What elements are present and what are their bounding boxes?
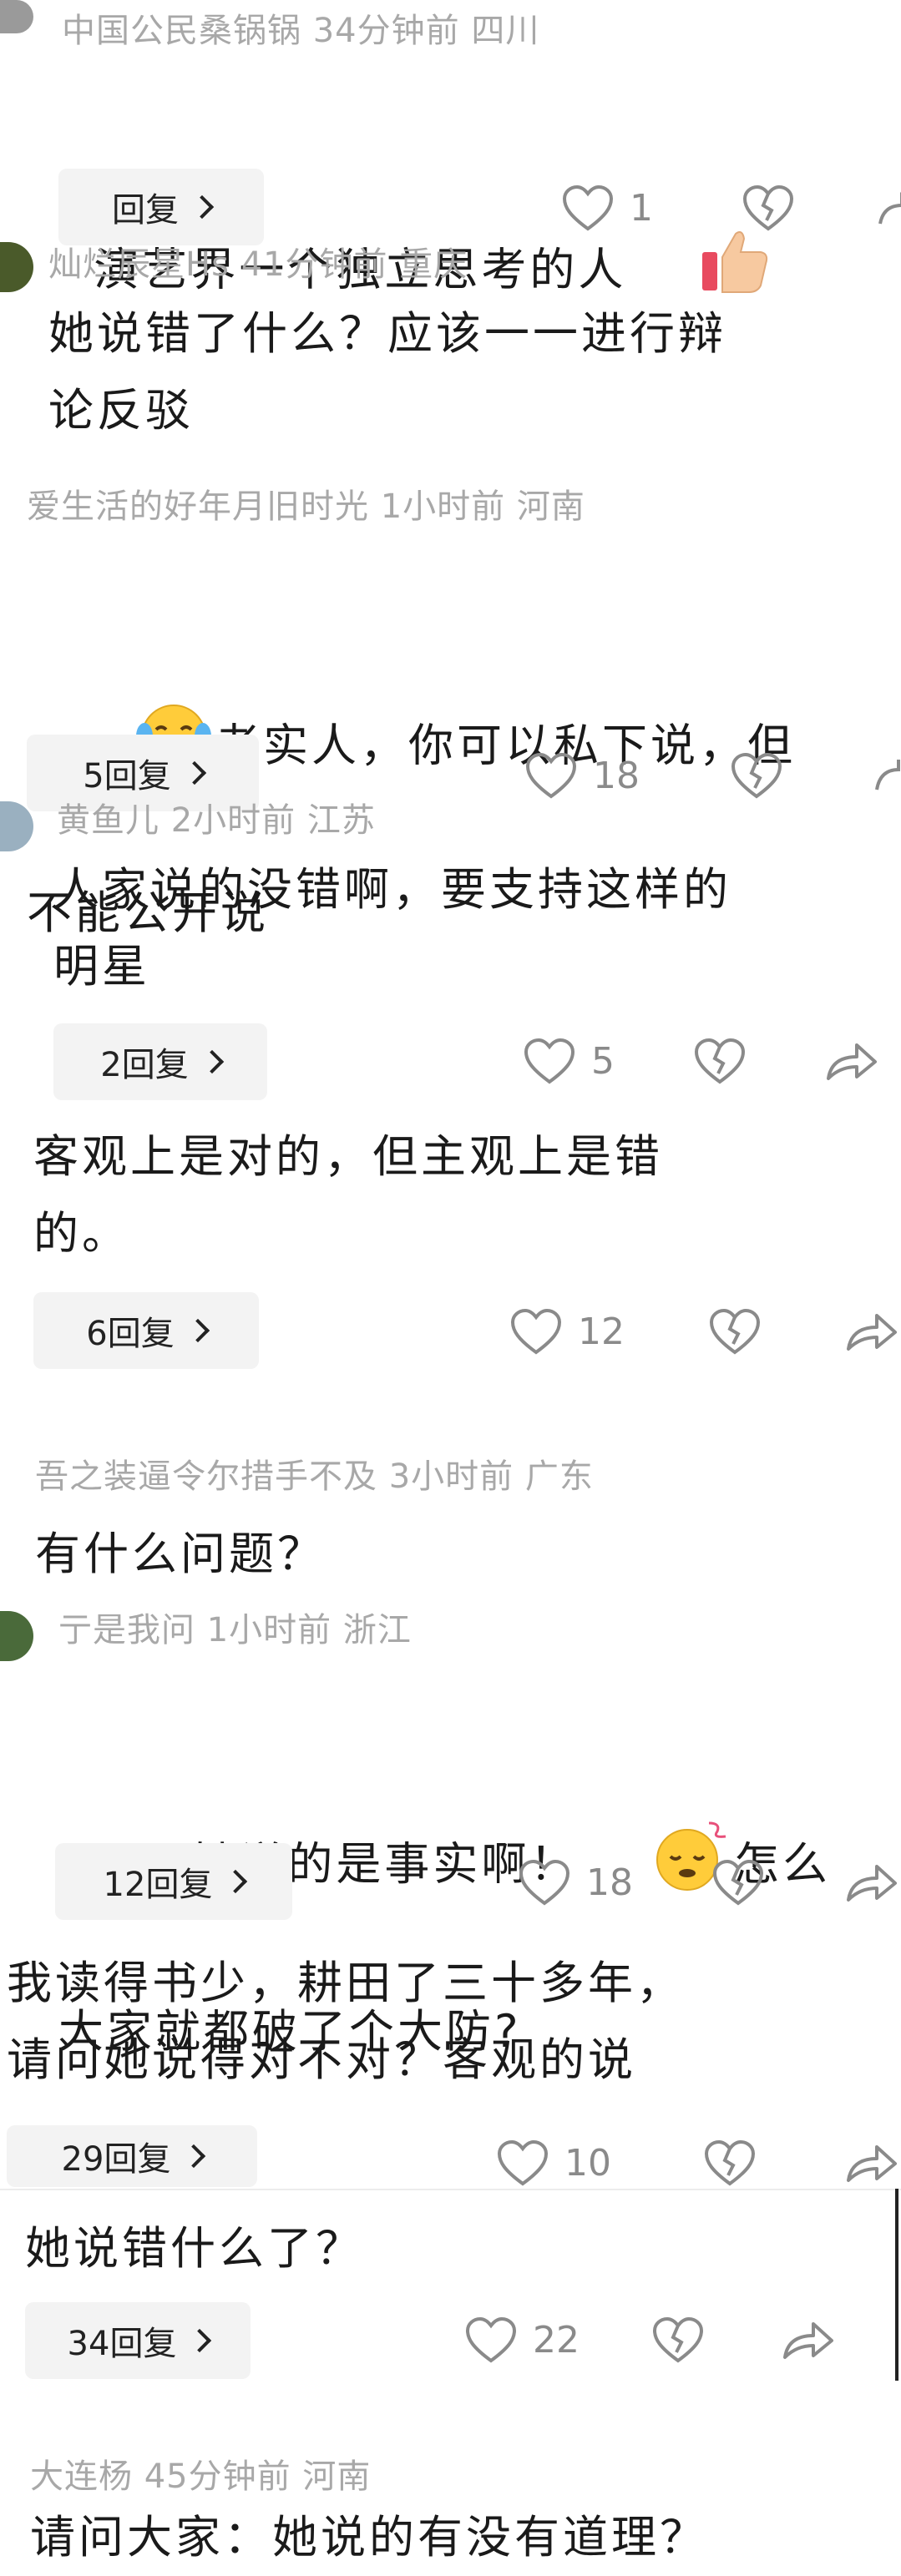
comment-meta: 黄鱼儿 2小时前 江苏	[57, 801, 376, 840]
like-button[interactable]: 12	[509, 1307, 625, 1356]
comment-meta: 亍是我问 1小时前 浙江	[58, 1611, 412, 1649]
like-button[interactable]: 1	[561, 184, 653, 232]
chevron-right-icon	[190, 194, 215, 220]
comment-meta: 大连杨 45分钟前 河南	[30, 2457, 372, 2496]
heart-icon	[562, 184, 614, 231]
scrollbar[interactable]	[895, 2189, 898, 2381]
heart-icon	[519, 1859, 570, 1906]
like-count: 22	[533, 2318, 580, 2361]
comment-text: 请问大家：她说的有没有道理？	[30, 2511, 708, 2563]
dislike-button[interactable]	[651, 2316, 705, 2364]
reply-button[interactable]: 2回复	[53, 1023, 267, 1100]
dislike-button[interactable]	[708, 1307, 762, 1356]
like-count: 12	[578, 1310, 625, 1353]
dislike-button[interactable]	[711, 1858, 765, 1907]
share-button[interactable]	[780, 2316, 835, 2364]
share-icon	[847, 2145, 897, 2182]
like-count: 10	[564, 2141, 611, 2185]
share-icon	[827, 1043, 877, 1080]
broken-heart-icon	[709, 1308, 761, 1355]
comment-text: 她说错什么了？	[25, 2222, 364, 2275]
like-count: 1	[630, 186, 653, 230]
comment-text: 客观上是对的，但主观上是错 的。	[33, 1130, 663, 1260]
share-button[interactable]	[843, 1307, 898, 1356]
chevron-right-icon	[188, 2328, 212, 2353]
chevron-right-icon	[224, 1869, 248, 1894]
share-button[interactable]	[823, 1037, 878, 1085]
broken-heart-icon	[652, 2316, 704, 2363]
comment-meta: 爱生活的好年月旧时光 1小时前 河南	[27, 487, 585, 526]
broken-heart-icon	[712, 1859, 764, 1906]
reply-count: 2回复	[100, 1046, 189, 1084]
dislike-button[interactable]	[703, 2139, 757, 2187]
reply-count: 6回复	[86, 1315, 175, 1353]
chevron-right-icon	[182, 2144, 206, 2169]
broken-heart-icon	[694, 1038, 746, 1084]
like-button[interactable]: 18	[524, 751, 640, 800]
share-button[interactable]	[843, 2139, 898, 2187]
reply-button[interactable]: 34回复	[25, 2302, 251, 2379]
reply-count: 34回复	[67, 2325, 177, 2363]
share-button[interactable]	[877, 190, 901, 232]
reply-count: 5回复	[83, 757, 171, 796]
comment-text: 她说错了什么？应该一一进行辩 论反驳	[48, 307, 726, 437]
broken-heart-icon	[704, 2139, 756, 2186]
comment-meta: 吾之装逼令尔措手不及 3小时前 广东	[35, 1457, 594, 1496]
dislike-button[interactable]	[742, 184, 795, 232]
reply-count: 12回复	[103, 1866, 213, 1904]
reply-button[interactable]: 回复	[58, 169, 264, 245]
heart-icon	[524, 1038, 575, 1084]
comment-text: 人家说的没错啊，要支持这样的 明星	[53, 863, 731, 993]
heart-icon	[510, 1308, 562, 1355]
avatar[interactable]	[0, 0, 33, 33]
comment-meta: 灿烂辰星Hs 41分钟前 重庆	[48, 245, 468, 284]
broken-heart-icon	[731, 752, 782, 799]
avatar[interactable]	[0, 242, 33, 292]
heart-icon	[525, 752, 577, 799]
broken-heart-icon	[742, 184, 794, 231]
avatar[interactable]	[0, 1611, 33, 1661]
chevron-right-icon	[200, 1049, 224, 1074]
like-button[interactable]: 5	[523, 1037, 615, 1085]
dislike-button[interactable]	[730, 751, 783, 800]
share-icon	[783, 2322, 833, 2359]
like-count: 5	[591, 1039, 615, 1083]
share-icon	[847, 1314, 897, 1351]
reply-button[interactable]: 12回复	[55, 1843, 292, 1920]
heart-icon	[465, 2316, 517, 2363]
chevron-right-icon	[182, 760, 206, 785]
reply-count: 29回复	[61, 2140, 171, 2179]
like-button[interactable]: 10	[496, 2139, 611, 2187]
share-icon	[847, 1865, 897, 1902]
share-icon	[878, 191, 901, 225]
comment-meta: 中国公民桑锅锅 34分钟前 四川	[62, 12, 540, 50]
reply-button[interactable]: 29回复	[7, 2125, 257, 2187]
share-icon	[875, 760, 900, 790]
comment-text: 我读得书少，耕田了三十多年， 请问她说得对不对？客观的说	[7, 1957, 685, 2086]
share-button[interactable]	[873, 751, 901, 800]
like-button[interactable]: 18	[518, 1858, 633, 1907]
share-button[interactable]	[843, 1858, 898, 1907]
heart-icon	[497, 2139, 549, 2186]
divider	[0, 2189, 901, 2190]
chevron-right-icon	[185, 1318, 210, 1343]
like-count: 18	[586, 1861, 633, 1904]
dislike-button[interactable]	[693, 1037, 747, 1085]
like-button[interactable]: 22	[464, 2316, 580, 2364]
comment-text: 有什么问题？	[35, 1528, 326, 1580]
reply-count: 回复	[112, 191, 179, 230]
like-count: 18	[593, 754, 640, 797]
reply-button[interactable]: 6回复	[33, 1292, 259, 1369]
